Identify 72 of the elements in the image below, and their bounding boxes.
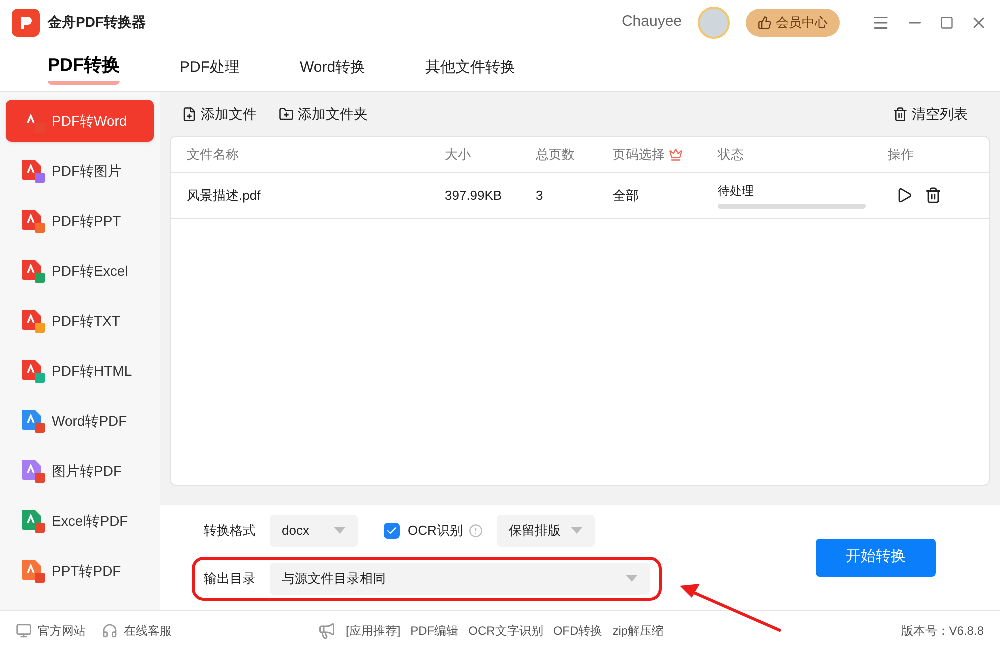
support-link[interactable]: 在线客服 <box>124 622 172 640</box>
trash-icon <box>893 106 908 122</box>
file-format-icon <box>22 508 46 534</box>
folder-plus-icon <box>279 106 294 122</box>
sidebar-item[interactable]: PDF转TXT <box>6 300 154 342</box>
file-format-icon <box>22 408 46 434</box>
app-link[interactable]: zip解压缩 <box>612 622 664 640</box>
trash-icon[interactable] <box>925 187 942 204</box>
vip-center-button[interactable]: 会员中心 <box>746 8 840 36</box>
file-format-icon <box>22 258 46 284</box>
app-link[interactable]: PDF编辑 <box>410 622 459 640</box>
column-header: 页码选择 <box>613 144 718 164</box>
sidebar-item[interactable]: PDF转PPT <box>6 200 154 242</box>
file-format-icon <box>22 308 46 334</box>
nav-tab[interactable]: PDF转换 <box>48 52 120 84</box>
column-header: 大小 <box>445 146 472 164</box>
file-format-icon <box>22 458 46 484</box>
thumbs-up-icon <box>758 16 772 30</box>
sidebar-item[interactable]: PDF转图片 <box>6 150 154 192</box>
ocr-label: OCR识别 <box>408 522 463 540</box>
clear-list-button[interactable]: 清空列表 <box>893 104 968 124</box>
table-cell-text: 风景描述.pdf <box>187 186 262 205</box>
sidebar-item[interactable]: PDF转HTML <box>6 350 154 392</box>
output-dropdown[interactable]: 与源文件目录相同 <box>270 562 650 594</box>
dropdown-caret-icon <box>626 575 638 582</box>
dropdown-caret-icon <box>334 527 346 534</box>
file-format-icon <box>22 358 46 384</box>
sidebar-item[interactable]: PDF转Word <box>6 100 154 142</box>
sidebar-item[interactable]: PPT转PDF <box>6 550 154 592</box>
sidebar-item[interactable]: Word转PDF <box>6 400 154 442</box>
megaphone-icon <box>318 622 336 640</box>
add-file-button[interactable]: 添加文件 <box>182 104 257 124</box>
file-format-icon <box>22 208 46 234</box>
file-format-icon <box>22 158 46 184</box>
layout-dropdown[interactable]: 保留排版 <box>496 514 595 546</box>
app-logo <box>12 8 40 36</box>
crown-icon <box>669 148 683 162</box>
file-format-icon <box>22 558 46 584</box>
column-header: 操作 <box>888 146 915 164</box>
maximize-icon[interactable] <box>940 16 954 30</box>
file-plus-icon <box>182 106 197 122</box>
sidebar-item[interactable]: PDF转Excel <box>6 250 154 292</box>
checkmark-icon <box>386 524 398 536</box>
column-header: 文件名称 <box>187 146 240 164</box>
sidebar-item[interactable]: 图片转PDF <box>6 450 154 492</box>
monitor-icon <box>16 622 32 638</box>
nav-tab[interactable]: Word转换 <box>300 56 366 80</box>
nav-tab[interactable]: PDF处理 <box>180 56 240 80</box>
app-link[interactable]: OCR文字识别 <box>468 622 544 640</box>
sidebar-item[interactable]: Excel转PDF <box>6 500 154 542</box>
table-cell-text: 3 <box>536 186 544 205</box>
output-label: 输出目录 <box>204 570 256 588</box>
app-link[interactable]: OFD转换 <box>553 622 603 640</box>
play-icon[interactable] <box>896 187 913 204</box>
table-cell-text: 397.99KB <box>445 186 504 205</box>
headset-icon <box>102 622 118 638</box>
ocr-checkbox[interactable] <box>384 522 400 538</box>
column-header: 状态 <box>718 146 745 164</box>
status-text: 待处理 <box>718 183 755 200</box>
user-name: Chauyee <box>622 12 682 32</box>
window-title: 金舟PDF转换器 <box>48 13 146 32</box>
start-convert-button[interactable]: 开始转换 <box>816 538 936 576</box>
nav-tab[interactable]: 其他文件转换 <box>426 56 516 80</box>
format-label: 转换格式 <box>204 522 256 540</box>
promo-label: [应用推荐] <box>346 622 401 640</box>
dropdown-caret-icon <box>570 527 583 534</box>
add-folder-button[interactable]: 添加文件夹 <box>279 104 368 124</box>
website-link[interactable]: 官方网站 <box>38 622 86 640</box>
format-dropdown[interactable]: docx <box>270 514 358 546</box>
column-header: 总页数 <box>536 146 576 164</box>
version-text: 版本号：V6.8.8 <box>901 622 984 640</box>
table-cell-text: 全部 <box>613 186 640 205</box>
